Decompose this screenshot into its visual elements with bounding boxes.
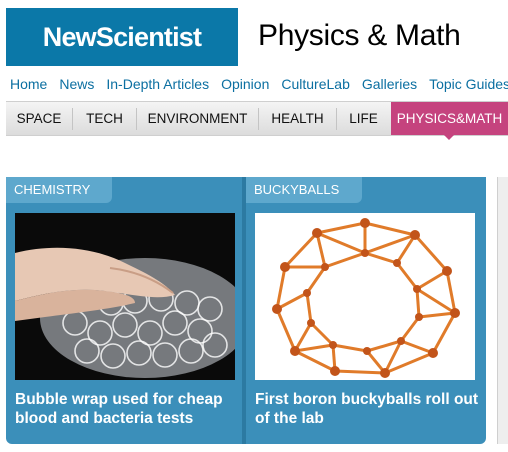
story-card[interactable]: CHEMISTRY Bubble wrap used for cheap blo… [6, 177, 242, 444]
newscientist-logo[interactable]: NewScientist [6, 8, 238, 66]
top-nav: Home News In-Depth Articles Opinion CultureL… [10, 76, 508, 92]
nav-link-opinion[interactable]: Opinion [221, 76, 269, 92]
nav-link-in-depth-articles[interactable]: In-Depth Articles [106, 76, 209, 92]
category-tab-health[interactable]: HEALTH [259, 102, 336, 135]
featured-stories: CHEMISTRY Bubble wrap used for cheap blo… [6, 177, 486, 444]
nav-link-galleries[interactable]: Galleries [362, 76, 417, 92]
category-nav: SPACE TECH ENVIRONMENT HEALTH LIFE PHYSI… [6, 101, 508, 135]
nav-link-culturelab[interactable]: CultureLab [281, 76, 350, 92]
story-tag[interactable]: CHEMISTRY [6, 177, 112, 203]
category-tab-physics-math[interactable]: PHYSICS&MATH [391, 102, 508, 135]
category-tab-environment[interactable]: ENVIRONMENT [137, 102, 258, 135]
next-card-edge[interactable] [497, 177, 508, 444]
story-card[interactable]: BUCKYBALLS First boron buckyballs roll o… [246, 177, 486, 444]
story-image-bubble-wrap[interactable] [15, 213, 235, 380]
nav-link-home[interactable]: Home [10, 76, 47, 92]
nav-bottom-border [6, 135, 508, 136]
story-headline[interactable]: Bubble wrap used for cheap blood and bac… [15, 390, 245, 428]
active-tab-indicator [443, 134, 455, 140]
nav-link-news[interactable]: News [59, 76, 94, 92]
story-tag[interactable]: BUCKYBALLS [246, 177, 362, 203]
logo-text: NewScientist [42, 22, 202, 52]
nav-link-topic-guides[interactable]: Topic Guides [429, 76, 508, 92]
category-tab-tech[interactable]: TECH [73, 102, 136, 135]
category-tab-life[interactable]: LIFE [337, 102, 390, 135]
story-headline[interactable]: First boron buckyballs roll out of the l… [255, 390, 485, 428]
story-image-boron-buckyball[interactable] [255, 213, 475, 380]
page-title: Physics & Math [258, 19, 461, 52]
category-tab-space[interactable]: SPACE [6, 102, 72, 135]
